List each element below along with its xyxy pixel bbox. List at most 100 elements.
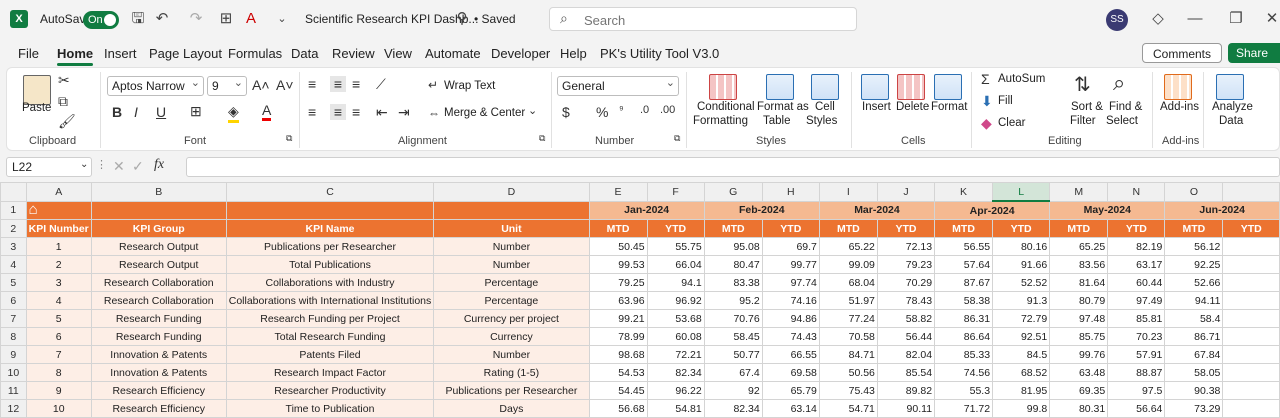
kpi-group-cell[interactable]: Innovation & Patents [90, 363, 227, 382]
value-cell[interactable]: 52.52 [992, 273, 1051, 292]
value-cell[interactable]: 78.99 [588, 327, 648, 346]
tab-page-layout[interactable]: Page Layout [149, 46, 222, 61]
analyze-data-label-2[interactable]: Data [1219, 115, 1243, 127]
row-header[interactable]: 11 [0, 381, 27, 400]
ytd-header[interactable]: YTD [1107, 219, 1166, 238]
ytd-header[interactable]: YTD [761, 219, 820, 238]
column-header[interactable]: E [588, 182, 648, 202]
value-cell[interactable]: 84.71 [818, 345, 878, 364]
delete-cells-button[interactable]: Delete [896, 101, 929, 113]
clear-button[interactable]: Clear [998, 117, 1025, 129]
kpi-name-cell[interactable]: Time to Publication [225, 399, 435, 418]
tab-formulas[interactable]: Formulas [228, 46, 282, 61]
value-cell[interactable]: 83.38 [703, 273, 763, 292]
align-left-icon[interactable]: ≡ [308, 104, 316, 120]
increase-font-icon[interactable]: A˄ [252, 77, 270, 93]
mtd-header[interactable]: MTD [818, 219, 878, 238]
month-header[interactable]: Apr-2024 [934, 200, 1051, 220]
row-header[interactable]: 12 [0, 399, 27, 418]
format-as-table-label-1[interactable]: Format as [757, 101, 809, 113]
eraser-icon[interactable]: ◆ [981, 115, 992, 132]
kpi-name-cell[interactable]: Publications per Researcher [225, 237, 435, 256]
home-cell[interactable]: ⌂ [25, 200, 92, 220]
row-header[interactable]: 10 [0, 363, 27, 382]
saved-status[interactable]: • Saved [474, 12, 516, 26]
value-cell[interactable]: 99.09 [818, 255, 878, 274]
column-header[interactable]: H [761, 182, 820, 202]
value-cell[interactable]: 66.04 [646, 255, 705, 274]
cell-styles-label-1[interactable]: Cell [815, 101, 835, 113]
value-cell[interactable]: 94.11 [1164, 291, 1224, 310]
value-cell-partial[interactable] [1222, 255, 1280, 274]
sort-filter-icon[interactable]: ⇅ [1074, 72, 1091, 97]
kpi-group-cell[interactable]: Research Collaboration [90, 291, 227, 310]
value-cell[interactable]: 68.04 [818, 273, 878, 292]
unit-header[interactable]: Unit [433, 219, 590, 238]
column-header[interactable]: O [1164, 182, 1224, 202]
value-cell[interactable]: 96.22 [646, 381, 705, 400]
value-cell[interactable]: 54.53 [588, 363, 648, 382]
more-options-icon[interactable]: ⋮ [96, 158, 107, 171]
value-cell[interactable]: 74.43 [761, 327, 820, 346]
kpi-name-header[interactable]: KPI Name [225, 219, 435, 238]
month-header[interactable]: May-2024 [1049, 200, 1166, 220]
border-icon[interactable]: ⊞ [190, 103, 202, 120]
value-cell[interactable]: 63.14 [761, 399, 820, 418]
value-cell[interactable]: 60.08 [646, 327, 705, 346]
merge-dropdown-icon[interactable]: ⌄ [528, 104, 537, 117]
value-cell-partial[interactable] [1222, 309, 1280, 328]
column-header[interactable]: J [876, 182, 936, 202]
fill-color-icon[interactable]: ◈ [228, 103, 239, 123]
share-button[interactable]: Share [1228, 43, 1280, 63]
value-cell[interactable]: 81.64 [1049, 273, 1109, 292]
value-cell[interactable]: 70.58 [818, 327, 878, 346]
value-cell[interactable]: 98.68 [588, 345, 648, 364]
kpi-name-cell[interactable]: Total Research Funding [225, 327, 435, 346]
worksheet-grid[interactable]: A B C D E F G H I J K L M N O 1 ⌂ Jan-20… [0, 182, 1280, 418]
confirm-entry-icon[interactable]: ✓ [132, 158, 144, 175]
ytd-header[interactable]: YTD [876, 219, 936, 238]
kpi-number-cell[interactable]: 1 [25, 237, 92, 256]
diamond-icon[interactable]: ◇ [1148, 9, 1168, 29]
bold-icon[interactable]: B [112, 104, 122, 120]
value-cell[interactable]: 86.64 [934, 327, 994, 346]
currency-icon[interactable]: $ [562, 104, 570, 120]
cell-styles-label-2[interactable]: Styles [806, 115, 837, 127]
value-cell[interactable]: 84.5 [992, 345, 1051, 364]
value-cell-partial[interactable] [1222, 327, 1280, 346]
value-cell[interactable]: 55.75 [646, 237, 705, 256]
row-header[interactable]: 7 [0, 309, 27, 328]
kpi-name-cell[interactable]: Patents Filed [225, 345, 435, 364]
value-cell[interactable]: 73.29 [1164, 399, 1224, 418]
value-cell[interactable]: 67.84 [1164, 345, 1224, 364]
kpi-group-cell[interactable]: Research Efficiency [90, 399, 227, 418]
value-cell[interactable]: 72.21 [646, 345, 705, 364]
value-cell[interactable]: 91.3 [992, 291, 1051, 310]
tab-file[interactable]: File [18, 46, 39, 61]
value-cell[interactable]: 70.29 [876, 273, 936, 292]
column-header-partial[interactable] [1222, 182, 1280, 202]
value-cell[interactable]: 97.74 [761, 273, 820, 292]
decrease-decimal-icon[interactable]: .00 [660, 104, 675, 116]
orientation-icon[interactable]: ⟋ [376, 76, 386, 93]
value-cell-partial[interactable] [1222, 399, 1280, 418]
paste-label[interactable]: Paste [22, 102, 51, 114]
format-as-table-label-2[interactable]: Table [763, 115, 791, 127]
unit-cell[interactable]: Percentage [433, 291, 590, 310]
value-cell[interactable]: 95.08 [703, 237, 763, 256]
font-size-select[interactable]: 9 [207, 74, 247, 96]
fill-button[interactable]: Fill [998, 95, 1013, 107]
kpi-name-cell[interactable]: Collaborations with International Instit… [225, 291, 435, 310]
home-icon[interactable]: ⌂ [29, 202, 47, 218]
kpi-name-cell[interactable]: Research Impact Factor [225, 363, 435, 382]
value-cell[interactable]: 99.53 [588, 255, 648, 274]
mtd-header[interactable]: MTD [934, 219, 994, 238]
value-cell-partial[interactable] [1222, 381, 1280, 400]
value-cell-partial[interactable] [1222, 345, 1280, 364]
indent-decrease-icon[interactable]: ⇤ [376, 104, 388, 121]
unit-cell[interactable]: Number [433, 237, 590, 256]
value-cell[interactable]: 86.31 [934, 309, 994, 328]
kpi-group-header[interactable]: KPI Group [90, 219, 227, 238]
value-cell-partial[interactable] [1222, 237, 1280, 256]
value-cell-partial[interactable] [1222, 273, 1280, 292]
